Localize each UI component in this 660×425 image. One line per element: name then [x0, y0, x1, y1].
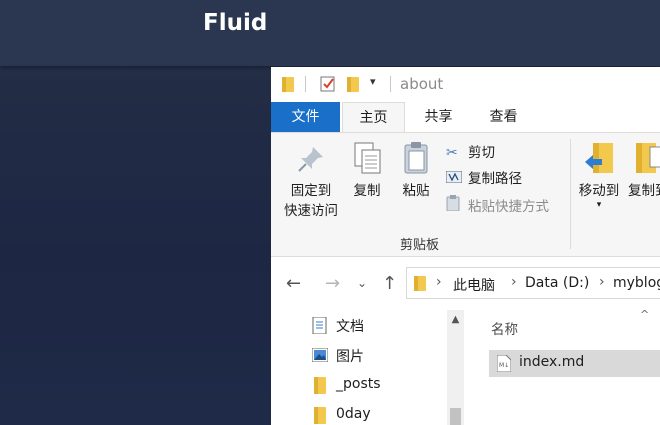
folder-icon: [282, 77, 294, 92]
svg-text:M↓: M↓: [499, 362, 509, 369]
column-header-name[interactable]: 名称: [491, 318, 518, 338]
paste-button[interactable]: 粘贴: [396, 139, 436, 201]
separator: [390, 76, 391, 92]
paste-icon: [404, 142, 428, 174]
copy-label: 复制: [353, 183, 381, 199]
copy-button[interactable]: 复制: [347, 139, 387, 201]
folder-icon: [314, 407, 326, 424]
move-to-label: 移动到: [578, 183, 620, 199]
copy-icon: [354, 142, 381, 174]
pin-quick-access-button[interactable]: 固定到 快速访问: [279, 139, 343, 221]
pictures-icon: [312, 348, 328, 362]
back-icon[interactable]: ←: [286, 273, 301, 294]
paste-label: 粘贴: [402, 183, 430, 199]
pin-icon: [298, 147, 323, 172]
copy-to-icon: [636, 143, 660, 173]
address-row: ← → ⌄ ↑ › 此电脑 › Data (D:) › myblog: [271, 258, 660, 310]
clipboard-group-label: 剪贴板: [400, 238, 440, 253]
separator: [305, 76, 306, 92]
nav-item-label: _posts: [336, 376, 381, 392]
folder-icon: [414, 276, 426, 291]
move-to-dropdown-arrow: ▾: [596, 200, 602, 210]
paste-shortcut-icon: [446, 195, 468, 217]
site-header: Fluid: [0, 0, 660, 66]
navigation-pane: 文档 📌 图片 📌 _posts 0day ▲: [271, 310, 484, 425]
copy-path-icon: [445, 169, 468, 189]
scissors-icon: ✂: [446, 145, 458, 161]
ribbon-home: 固定到 快速访问 复制 粘贴 ✂ 剪切 复制路径 粘贴快捷方式 剪贴板 移动到 …: [271, 132, 660, 257]
customize-toolbar-icon[interactable]: ▾: [370, 75, 376, 88]
file-row-index-md[interactable]: M↓ index.md: [489, 350, 660, 377]
tab-file[interactable]: 文件: [271, 102, 340, 132]
copy-path-label: 复制路径: [468, 171, 522, 187]
copy-to-label: 复制到: [628, 183, 660, 199]
pin-label-line2: 快速访问: [284, 203, 338, 219]
tab-view[interactable]: 查看: [476, 102, 531, 132]
documents-icon: [312, 317, 327, 334]
file-list-pane: ^ 名称 M↓ index.md: [468, 308, 660, 425]
move-to-button[interactable]: 移动到 ▾: [575, 139, 623, 210]
file-name: index.md: [519, 354, 585, 370]
window-title: about: [400, 75, 444, 93]
ribbon-tabs: 文件 主页 共享 查看: [271, 102, 660, 133]
up-icon[interactable]: ↑: [382, 273, 397, 294]
breadcrumb-this-pc[interactable]: 此电脑: [453, 275, 495, 295]
address-bar[interactable]: › 此电脑 › Data (D:) › myblog: [406, 267, 660, 299]
copy-path-button[interactable]: 复制路径: [445, 169, 522, 189]
cut-button[interactable]: ✂ 剪切: [446, 143, 495, 163]
tab-home[interactable]: 主页: [342, 102, 405, 133]
breadcrumb-separator-icon[interactable]: ›: [436, 274, 442, 290]
scroll-up-icon[interactable]: ▲: [447, 314, 464, 325]
markdown-file-icon: M↓: [497, 355, 511, 372]
properties-icon[interactable]: [320, 76, 336, 92]
folder-icon: [314, 377, 326, 394]
breadcrumb-separator-icon[interactable]: ›: [511, 274, 517, 290]
move-to-icon: [585, 143, 613, 173]
breadcrumb-data-drive[interactable]: Data (D:): [525, 275, 589, 291]
nav-pane-scrollbar[interactable]: ▲: [447, 310, 464, 425]
paste-shortcut-button[interactable]: 粘贴快捷方式: [446, 195, 549, 217]
site-title[interactable]: Fluid: [203, 10, 267, 36]
tab-share[interactable]: 共享: [411, 102, 466, 132]
cut-label: 剪切: [468, 145, 495, 161]
paste-shortcut-label: 粘贴快捷方式: [468, 199, 549, 215]
nav-item-label: 文档: [336, 319, 364, 335]
copy-to-button[interactable]: 复制到: [626, 139, 660, 201]
nav-item-label: 图片: [336, 349, 364, 365]
sort-ascending-icon: ^: [640, 308, 650, 321]
breadcrumb-myblog[interactable]: myblog: [613, 275, 660, 291]
file-explorer-window: ▾ about 文件 主页 共享 查看 固定到 快速访问 复制 粘贴 ✂ 剪切 …: [271, 67, 660, 425]
pin-label-line1: 固定到: [290, 183, 332, 199]
forward-icon[interactable]: →: [325, 273, 340, 294]
nav-item-label: 0day: [336, 406, 371, 422]
title-bar: ▾ about: [271, 67, 660, 102]
group-separator: [570, 139, 571, 249]
new-folder-icon[interactable]: [347, 76, 359, 92]
scroll-thumb[interactable]: [450, 408, 461, 425]
breadcrumb-separator-icon[interactable]: ›: [599, 274, 605, 290]
recent-locations-icon[interactable]: ⌄: [357, 276, 367, 290]
